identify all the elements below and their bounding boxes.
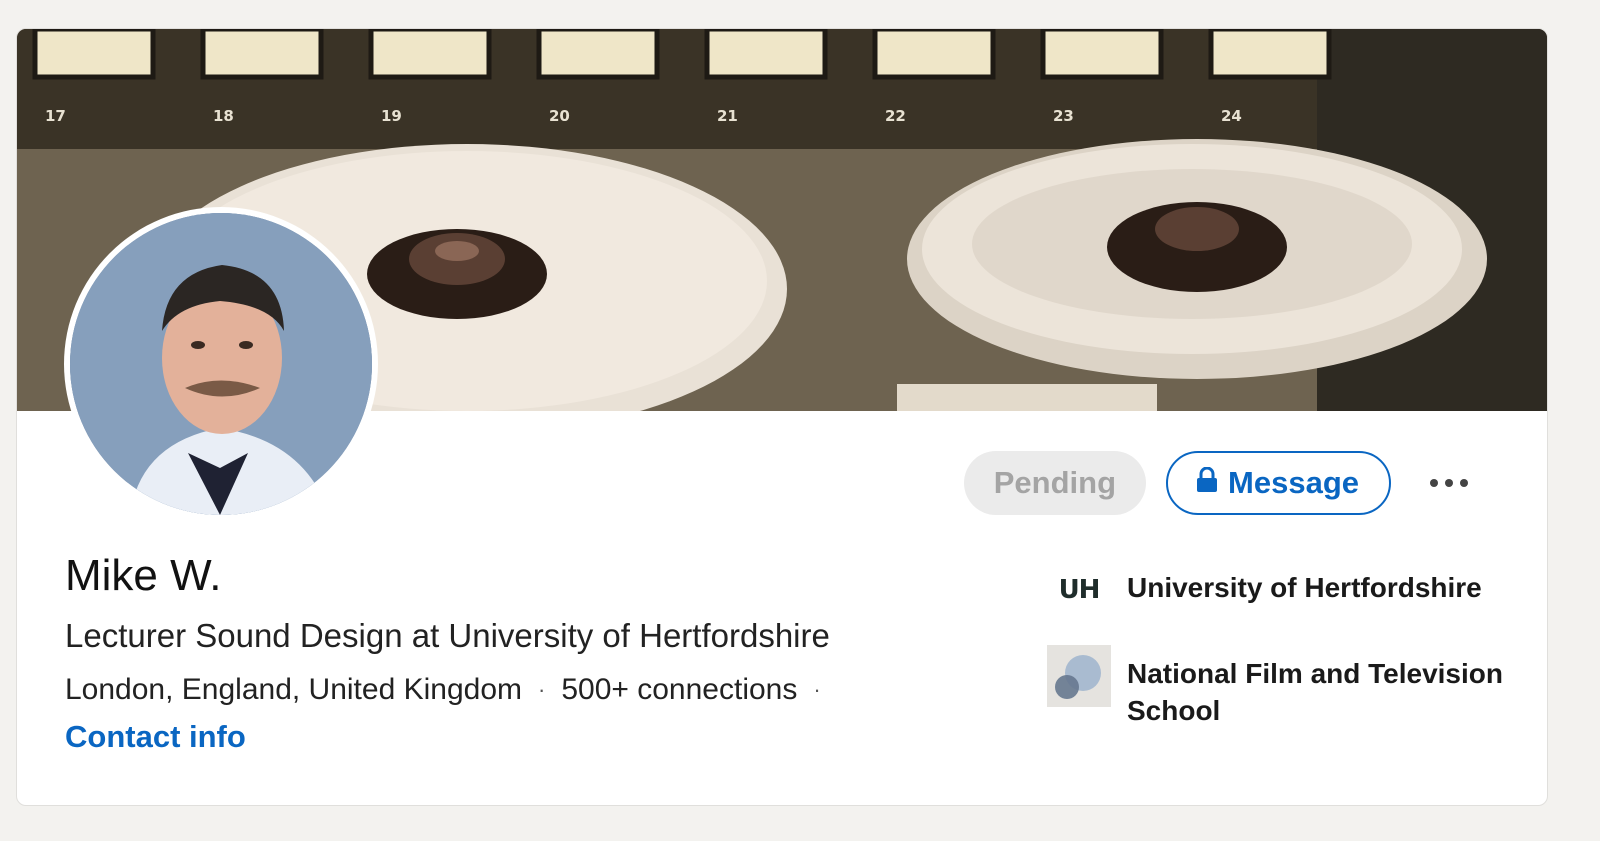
org-item-university-of-hertfordshire[interactable]: UH University of Hertfordshire — [1047, 559, 1517, 621]
organizations-list: UH University of Hertfordshire National … — [1047, 559, 1517, 753]
profile-name: Mike W. — [65, 551, 222, 600]
pending-button-label: Pending — [993, 465, 1117, 500]
nfts-logo-icon — [1047, 645, 1111, 707]
vu-meter — [536, 29, 660, 80]
uh-logo-text: UH — [1058, 575, 1101, 605]
meter-number: 24 — [1221, 107, 1242, 125]
separator-dot: · — [538, 677, 546, 702]
contact-info-link[interactable]: Contact info — [65, 719, 246, 755]
meter-number: 19 — [381, 107, 402, 125]
more-actions-button[interactable] — [1411, 451, 1487, 515]
uh-logo-icon: UH — [1047, 559, 1111, 621]
meter-number: 17 — [45, 107, 66, 125]
org-item-nfts[interactable]: National Film and Television School — [1047, 645, 1517, 729]
profile-card: 17 18 19 20 21 22 23 24 Pending Message … — [16, 28, 1548, 806]
org-name: National Film and Television School — [1127, 658, 1503, 726]
more-dot — [1460, 479, 1468, 487]
vu-meter — [1040, 29, 1164, 80]
profile-headline: Lecturer Sound Design at University of H… — [65, 617, 830, 654]
profile-connections[interactable]: 500+ connections — [561, 673, 797, 707]
meter-number: 23 — [1053, 107, 1074, 125]
org-name: University of Hertfordshire — [1127, 572, 1482, 603]
vu-meter — [872, 29, 996, 80]
vu-meter — [704, 29, 828, 80]
message-button[interactable]: Message — [1166, 451, 1391, 515]
meter-number: 18 — [213, 107, 234, 125]
vu-meter — [1208, 29, 1332, 80]
profile-meta: London, England, United Kingdom · 500+ c… — [65, 673, 837, 707]
vu-meter — [32, 29, 156, 80]
vu-meter — [368, 29, 492, 80]
profile-actions: Pending Message — [963, 451, 1487, 515]
pending-button[interactable]: Pending — [963, 451, 1147, 515]
profile-avatar[interactable] — [64, 207, 378, 521]
separator-dot: · — [813, 677, 821, 702]
message-button-label: Message — [1228, 465, 1359, 500]
lock-icon — [1196, 465, 1218, 501]
more-dot — [1445, 479, 1453, 487]
meter-number: 22 — [885, 107, 906, 125]
profile-photo — [70, 213, 372, 515]
meter-number: 20 — [549, 107, 570, 125]
meter-number: 21 — [717, 107, 738, 125]
vu-meter — [200, 29, 324, 80]
more-horizontal-icon — [1430, 479, 1438, 487]
profile-location: London, England, United Kingdom — [65, 673, 523, 706]
